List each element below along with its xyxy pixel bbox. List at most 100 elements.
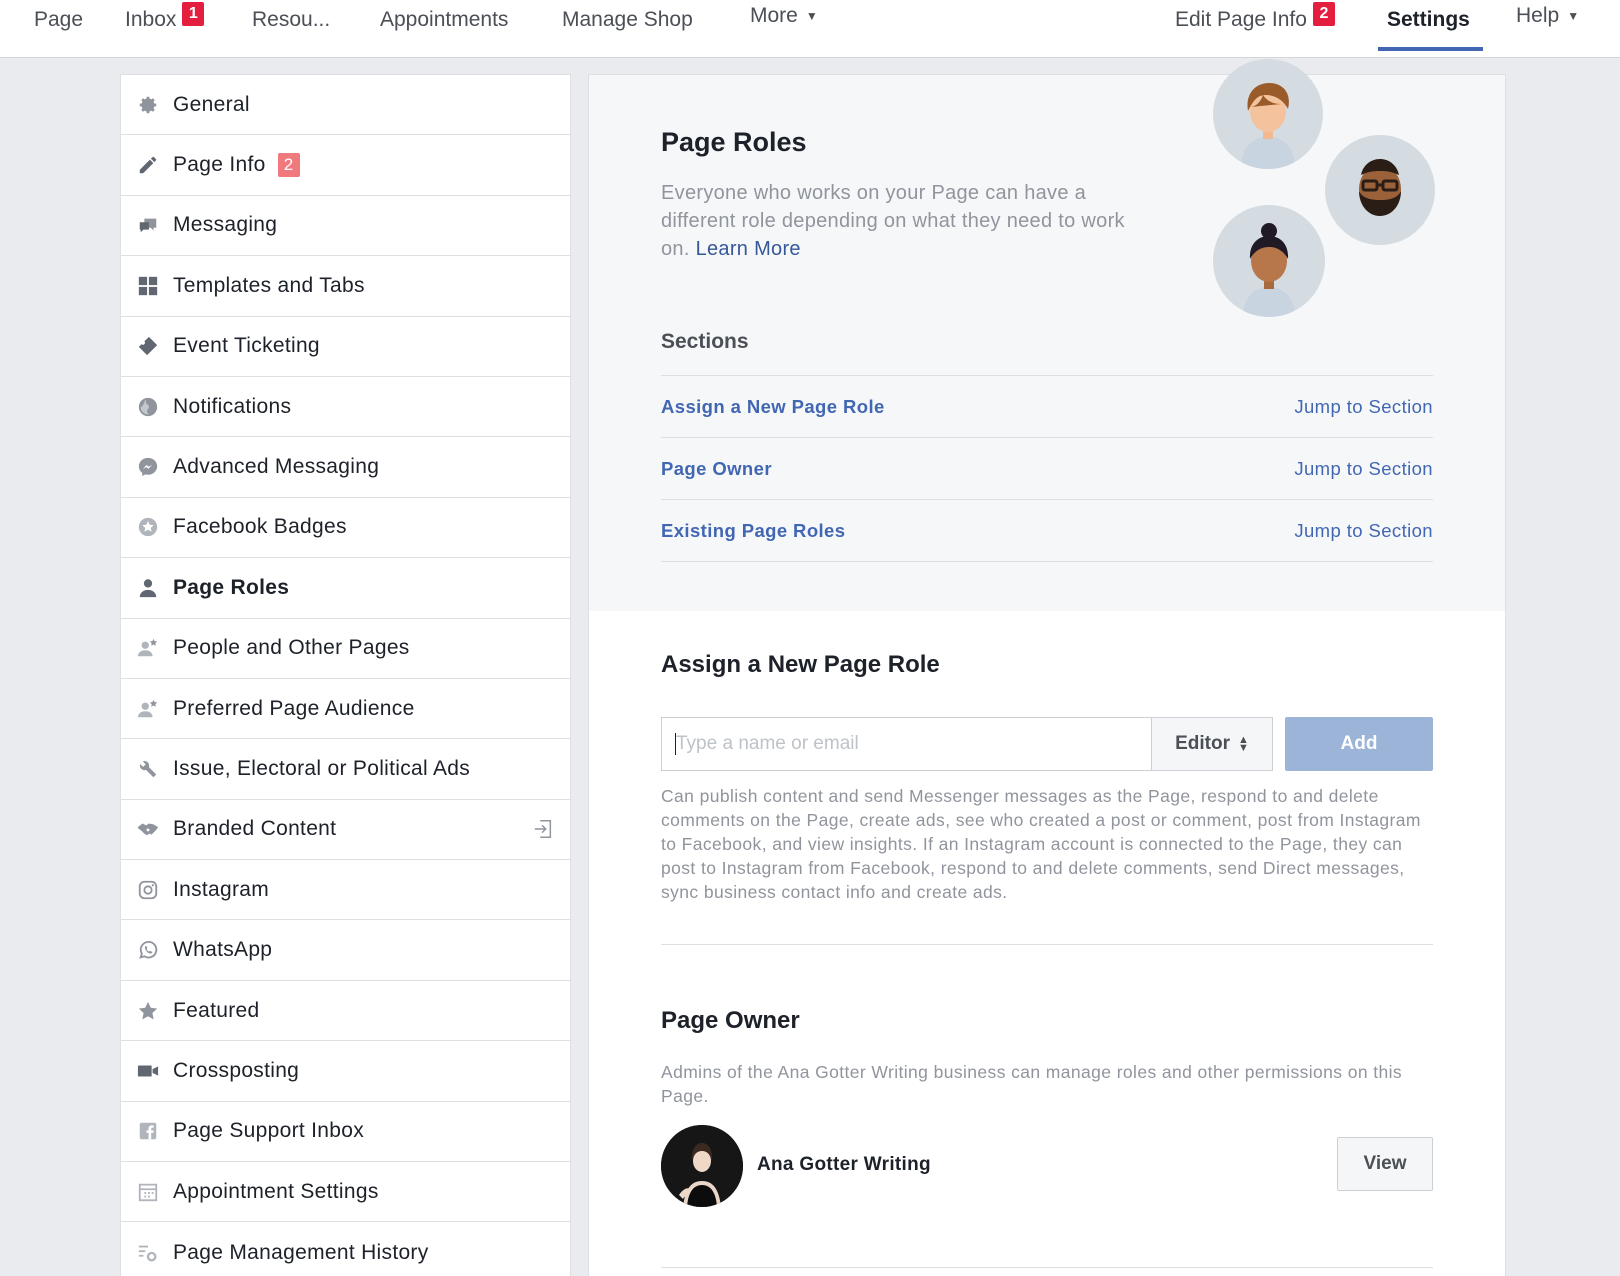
nav-tab-edit-page-info[interactable]: Edit Page Info 2: [1175, 2, 1335, 48]
section-link-page-owner[interactable]: Page Owner: [661, 458, 772, 480]
role-select-value: Editor: [1175, 733, 1230, 754]
section-link-existing-page-roles[interactable]: Existing Page Roles: [661, 520, 845, 542]
badge-star-icon: [137, 516, 159, 538]
role-select-dropdown[interactable]: Editor ▲ ▼: [1151, 717, 1273, 771]
jump-to-section-link[interactable]: Jump to Section: [1294, 520, 1433, 542]
sidebar-item-label: General: [173, 92, 250, 116]
person-star-icon: [137, 637, 159, 659]
section-divider: [661, 1267, 1433, 1268]
inbox-count-badge: 1: [182, 2, 205, 26]
sidebar-item-label: People and Other Pages: [173, 636, 410, 660]
external-link-icon[interactable]: [532, 818, 554, 840]
sections-divider: [661, 561, 1433, 562]
nav-tab-label: Page: [34, 8, 84, 31]
calendar-icon: [137, 1181, 159, 1203]
person-icon: [137, 577, 159, 599]
wrench-icon: [137, 758, 159, 780]
nav-tab-label: Help: [1516, 4, 1560, 27]
sidebar-item-facebook-badges[interactable]: Facebook Badges: [121, 498, 570, 559]
nav-tab-label: Inbox: [125, 8, 177, 31]
chat-bubbles-icon: [137, 214, 159, 236]
sidebar-item-templates-and-tabs[interactable]: Templates and Tabs: [121, 256, 570, 317]
nav-tab-label: Appointments: [380, 8, 509, 31]
sidebar-item-label: Event Ticketing: [173, 334, 320, 358]
caret-down-icon: ▼: [1567, 9, 1580, 24]
sidebar-item-people-and-other-pages[interactable]: People and Other Pages: [121, 619, 570, 679]
gear-icon: [137, 94, 159, 116]
sidebar-item-general[interactable]: General: [121, 75, 570, 136]
owner-business-name: Ana Gotter Writing: [757, 1154, 931, 1175]
person-star-icon: [137, 698, 159, 720]
sections-heading: Sections: [661, 330, 749, 353]
page-owner-description: Admins of the Ana Gotter Writing busines…: [661, 1062, 1403, 1106]
nav-tab-manage-shop[interactable]: Manage Shop: [562, 8, 693, 48]
owner-avatar: [661, 1125, 743, 1207]
page-roles-header: Page Roles Everyone who works on your Pa…: [589, 59, 1505, 611]
sidebar-item-label: Page Roles: [173, 575, 290, 599]
sidebar-item-notifications[interactable]: Notifications: [121, 377, 570, 438]
section-divider: [661, 944, 1433, 945]
sidebar-item-branded-content[interactable]: Branded Content: [121, 800, 570, 861]
page-roles-description: Everyone who works on your Page can have…: [661, 179, 1131, 263]
assign-role-form: Editor ▲▼ Add: [661, 717, 1433, 771]
sidebar-item-label: Featured: [173, 998, 260, 1022]
nav-tab-more[interactable]: More ▼: [750, 4, 818, 44]
sidebar-item-crossposting[interactable]: Crossposting: [121, 1041, 570, 1102]
view-owner-button[interactable]: View: [1337, 1137, 1433, 1191]
sidebar-item-label: Facebook Badges: [173, 515, 347, 539]
section-row-existing: Existing Page Roles Jump to Section: [661, 499, 1433, 561]
sidebar-item-label: Preferred Page Audience: [173, 696, 415, 720]
sidebar-item-event-ticketing[interactable]: Event Ticketing: [121, 317, 570, 377]
video-camera-icon: [137, 1060, 159, 1082]
sidebar-item-page-support-inbox[interactable]: Page Support Inbox: [121, 1102, 570, 1163]
sidebar-item-label: Page Management History: [173, 1240, 429, 1264]
grid-icon: [137, 275, 159, 297]
sidebar-item-label: Crossposting: [173, 1058, 300, 1082]
list-gear-icon: [137, 1242, 159, 1264]
sidebar-item-political-ads[interactable]: Issue, Electoral or Political Ads: [121, 739, 570, 800]
assign-role-heading: Assign a New Page Role: [661, 651, 940, 678]
text-cursor: [675, 733, 676, 755]
sidebar-item-instagram[interactable]: Instagram: [121, 860, 570, 921]
nav-tab-appointments[interactable]: Appointments: [380, 8, 508, 48]
page-roles-panel: Page Roles Everyone who works on your Pa…: [588, 59, 1506, 1276]
sidebar-item-label: Advanced Messaging: [173, 455, 380, 479]
page-title: Page Roles: [661, 127, 807, 157]
page-owner-heading: Page Owner: [661, 1007, 800, 1034]
role-permissions-description: Can publish content and send Messenger m…: [661, 786, 1421, 902]
sidebar-item-label: Issue, Electoral or Political Ads: [173, 756, 471, 780]
instagram-icon: [137, 879, 159, 901]
star-icon: [137, 1000, 159, 1022]
sidebar-item-preferred-page-audience[interactable]: Preferred Page Audience: [121, 679, 570, 740]
page-info-count-badge: 2: [277, 153, 300, 178]
section-link-assign-new-page-role[interactable]: Assign a New Page Role: [661, 396, 885, 418]
learn-more-link[interactable]: Learn More: [696, 238, 801, 260]
sidebar-item-whatsapp[interactable]: WhatsApp: [121, 920, 570, 981]
nav-tab-resources[interactable]: Resou...: [252, 8, 330, 48]
nav-tab-settings[interactable]: Settings: [1387, 8, 1470, 48]
handshake-icon: [137, 818, 159, 840]
sidebar-item-label: Branded Content: [173, 817, 337, 841]
sidebar-item-label: Notifications: [173, 394, 292, 418]
sidebar-item-appointment-settings[interactable]: Appointment Settings: [121, 1162, 570, 1223]
sidebar-item-label: Templates and Tabs: [173, 273, 365, 297]
add-role-button[interactable]: Add: [1285, 717, 1433, 771]
sidebar-item-label: WhatsApp: [173, 938, 273, 962]
nav-tab-page[interactable]: Page: [34, 8, 83, 48]
sidebar-item-advanced-messaging[interactable]: Advanced Messaging: [121, 437, 570, 498]
sidebar-item-page-management-history[interactable]: Page Management History: [121, 1222, 570, 1276]
sidebar-item-featured[interactable]: Featured: [121, 981, 570, 1042]
sidebar-item-page-roles[interactable]: Page Roles: [121, 558, 570, 619]
sidebar-item-messaging[interactable]: Messaging: [121, 196, 570, 257]
jump-to-section-link[interactable]: Jump to Section: [1294, 396, 1433, 418]
caret-down-icon: ▼: [805, 9, 818, 24]
sidebar-item-page-info[interactable]: Page Info 2: [121, 135, 570, 196]
nav-tab-help[interactable]: Help ▼: [1516, 4, 1579, 44]
illustration-avatar-woman-icon: [1213, 59, 1323, 169]
section-row-assign: Assign a New Page Role Jump to Section: [661, 375, 1433, 437]
nav-tab-inbox[interactable]: Inbox 1: [125, 2, 205, 48]
jump-to-section-link[interactable]: Jump to Section: [1294, 458, 1433, 480]
sort-arrows-icon: ▲ ▼: [1238, 734, 1249, 754]
name-or-email-input[interactable]: [661, 717, 1151, 771]
illustration-avatar-man-icon: [1325, 135, 1435, 245]
